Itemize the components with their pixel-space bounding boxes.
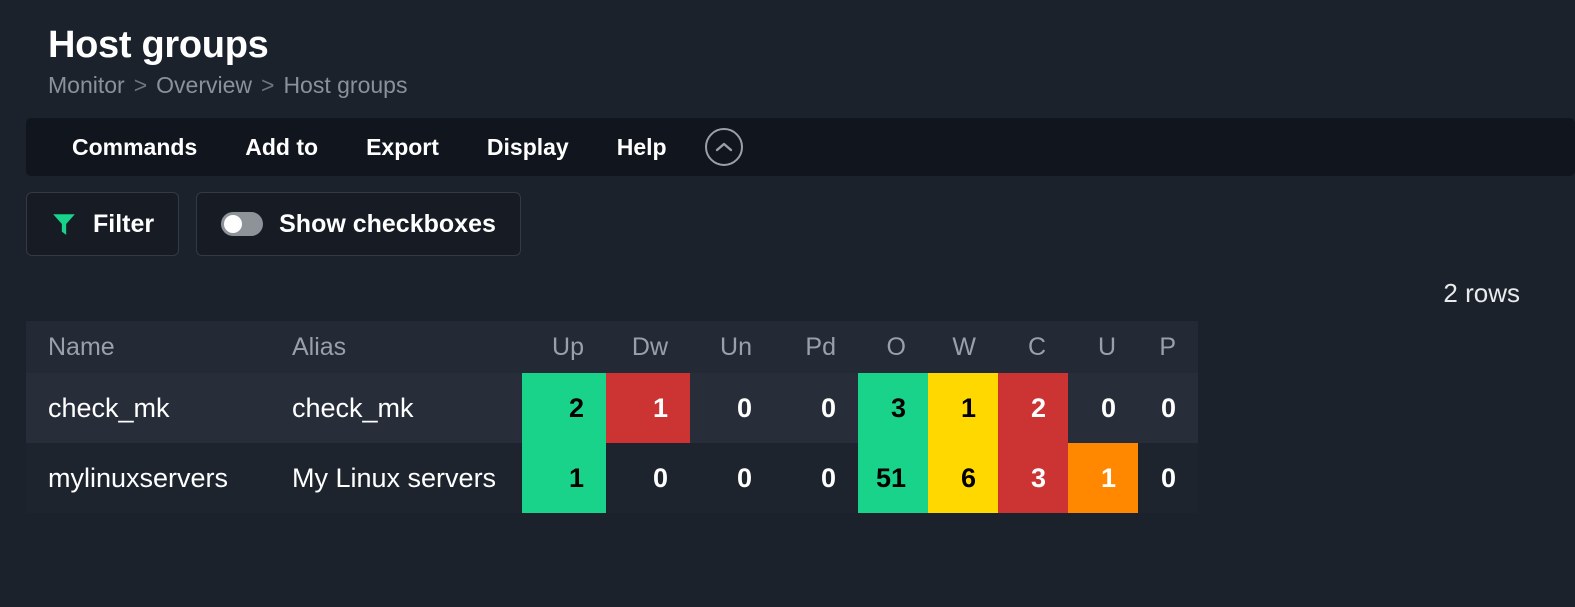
show-checkboxes-button[interactable]: Show checkboxes	[196, 192, 521, 256]
cell-c[interactable]: 3	[998, 443, 1068, 513]
cell-value: 0	[1138, 373, 1198, 443]
cell-alias: My Linux servers	[270, 443, 522, 513]
column-header-c[interactable]: C	[998, 321, 1068, 373]
cell-u[interactable]: 1	[1068, 443, 1138, 513]
cell-value: 2	[522, 373, 606, 443]
column-header-p[interactable]: P	[1138, 321, 1198, 373]
column-header-pd[interactable]: Pd	[774, 321, 858, 373]
breadcrumb-item-host-groups[interactable]: Host groups	[283, 70, 407, 100]
host-groups-table: Name Alias Up Dw Un Pd O W C U P check_m…	[26, 321, 1198, 513]
table-body: check_mkcheck_mk210031200mylinuxserversM…	[26, 373, 1198, 513]
column-header-dw[interactable]: Dw	[606, 321, 690, 373]
cell-name[interactable]: check_mk	[26, 373, 270, 443]
column-header-alias[interactable]: Alias	[270, 321, 522, 373]
cell-value: 0	[774, 373, 858, 443]
cell-alias: check_mk	[270, 373, 522, 443]
breadcrumb-item-monitor[interactable]: Monitor	[48, 70, 125, 100]
cell-p[interactable]: 0	[1138, 373, 1198, 443]
page-title: Host groups	[48, 22, 1575, 68]
column-header-up[interactable]: Up	[522, 321, 606, 373]
toggle-knob	[224, 215, 242, 233]
cell-un[interactable]: 0	[690, 373, 774, 443]
menu-bar: Commands Add to Export Display Help	[26, 118, 1575, 176]
cell-value: 0	[690, 443, 774, 513]
show-checkboxes-label: Show checkboxes	[279, 210, 496, 239]
cell-value: 2	[998, 373, 1068, 443]
breadcrumb-separator: >	[261, 70, 274, 100]
cell-c[interactable]: 2	[998, 373, 1068, 443]
filter-toolbar: Filter Show checkboxes	[26, 192, 1575, 256]
column-header-un[interactable]: Un	[690, 321, 774, 373]
table-row[interactable]: check_mkcheck_mk210031200	[26, 373, 1198, 443]
table-head: Name Alias Up Dw Un Pd O W C U P	[26, 321, 1198, 373]
cell-pd[interactable]: 0	[774, 373, 858, 443]
cell-dw[interactable]: 0	[606, 443, 690, 513]
breadcrumb: Monitor > Overview > Host groups	[48, 70, 1575, 100]
cell-value: 1	[522, 443, 606, 513]
cell-value: 51	[858, 443, 928, 513]
row-count: 2 rows	[0, 278, 1575, 309]
cell-value: 0	[1068, 373, 1138, 443]
cell-value: 0	[1138, 443, 1198, 513]
cell-o[interactable]: 3	[858, 373, 928, 443]
menu-item-display[interactable]: Display	[463, 128, 593, 167]
cell-un[interactable]: 0	[690, 443, 774, 513]
cell-o[interactable]: 51	[858, 443, 928, 513]
table-row[interactable]: mylinuxserversMy Linux servers1000516310	[26, 443, 1198, 513]
cell-pd[interactable]: 0	[774, 443, 858, 513]
cell-value: 0	[774, 443, 858, 513]
cell-dw[interactable]: 1	[606, 373, 690, 443]
cell-value: 1	[1068, 443, 1138, 513]
cell-up[interactable]: 2	[522, 373, 606, 443]
table-header-row: Name Alias Up Dw Un Pd O W C U P	[26, 321, 1198, 373]
cell-name[interactable]: mylinuxservers	[26, 443, 270, 513]
page-header: Host groups Monitor > Overview > Host gr…	[0, 0, 1575, 100]
cell-value: 1	[928, 373, 998, 443]
cell-value: 6	[928, 443, 998, 513]
cell-value: 0	[690, 373, 774, 443]
cell-value: 0	[606, 443, 690, 513]
cell-value: 3	[858, 373, 928, 443]
filter-button-label: Filter	[93, 210, 154, 239]
cell-u[interactable]: 0	[1068, 373, 1138, 443]
menu-item-export[interactable]: Export	[342, 128, 463, 167]
menu-item-commands[interactable]: Commands	[48, 128, 221, 167]
filter-button[interactable]: Filter	[26, 192, 179, 256]
column-header-name[interactable]: Name	[26, 321, 270, 373]
cell-w[interactable]: 1	[928, 373, 998, 443]
cell-value: 1	[606, 373, 690, 443]
show-checkboxes-toggle[interactable]	[221, 212, 263, 236]
host-groups-table-wrapper: Name Alias Up Dw Un Pd O W C U P check_m…	[26, 321, 1182, 513]
cell-w[interactable]: 6	[928, 443, 998, 513]
menu-item-add-to[interactable]: Add to	[221, 128, 342, 167]
cell-up[interactable]: 1	[522, 443, 606, 513]
column-header-w[interactable]: W	[928, 321, 998, 373]
breadcrumb-separator: >	[134, 70, 147, 100]
chevron-up-circle-icon[interactable]	[705, 128, 743, 166]
column-header-u[interactable]: U	[1068, 321, 1138, 373]
cell-p[interactable]: 0	[1138, 443, 1198, 513]
column-header-o[interactable]: O	[858, 321, 928, 373]
breadcrumb-item-overview[interactable]: Overview	[156, 70, 252, 100]
funnel-icon	[51, 211, 77, 237]
cell-value: 3	[998, 443, 1068, 513]
menu-item-help[interactable]: Help	[593, 128, 691, 167]
